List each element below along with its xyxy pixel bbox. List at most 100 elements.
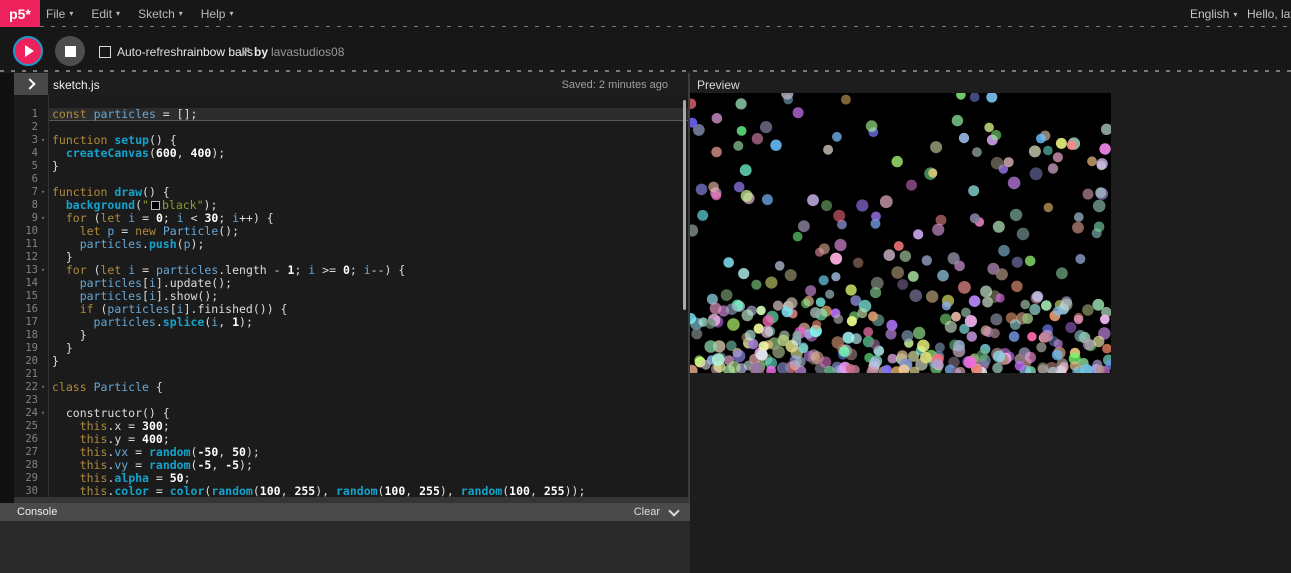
line-number: 19 xyxy=(25,342,38,355)
menu-edit[interactable]: Edit ▾ xyxy=(91,7,120,21)
gutter-cell: 2 xyxy=(14,121,48,134)
code-line[interactable]: 20} xyxy=(14,355,688,368)
chevron-down-icon: ▾ xyxy=(1233,10,1237,19)
stop-button[interactable] xyxy=(55,36,85,66)
play-icon xyxy=(25,45,34,57)
author-name[interactable]: lavastudios08 xyxy=(271,45,344,59)
p5-logo[interactable]: p5* xyxy=(0,0,40,27)
code-line[interactable]: 18 } xyxy=(14,329,688,342)
line-number: 18 xyxy=(25,329,38,342)
play-button[interactable] xyxy=(13,36,43,66)
line-number: 27 xyxy=(25,446,38,459)
console-header[interactable]: Console Clear xyxy=(0,503,690,521)
line-number: 28 xyxy=(25,459,38,472)
gutter-cell: 5 xyxy=(14,160,48,173)
fold-arrow-icon[interactable]: ▾ xyxy=(38,264,48,277)
line-number: 14 xyxy=(25,277,38,290)
code-line[interactable]: 30 this.color = color(random(100, 255), … xyxy=(14,485,688,497)
gutter-cell: 25 xyxy=(14,420,48,433)
menu-sketch[interactable]: Sketch ▾ xyxy=(138,7,183,21)
gutter-cell: 19 xyxy=(14,342,48,355)
chevron-down-icon: ▾ xyxy=(229,9,233,18)
console-clear-button[interactable]: Clear xyxy=(634,506,660,518)
line-number: 24 xyxy=(25,407,38,420)
code-text[interactable]: particles.splice(i, 1); xyxy=(48,316,688,329)
gutter-cell: 27 xyxy=(14,446,48,459)
menu-file[interactable]: File ▾ xyxy=(46,7,73,21)
line-number: 11 xyxy=(25,238,38,251)
menu-help-label: Help xyxy=(201,7,226,21)
gutter-cell: 13▾ xyxy=(14,264,48,277)
menu-help[interactable]: Help ▾ xyxy=(201,7,234,21)
code-line[interactable]: 22▾class Particle { xyxy=(14,381,688,394)
code-text[interactable]: this.color = color(random(100, 255), ran… xyxy=(48,485,688,497)
code-text[interactable]: } xyxy=(48,329,688,342)
gutter-cell: 29 xyxy=(14,472,48,485)
nav-menus: File ▾ Edit ▾ Sketch ▾ Help ▾ xyxy=(46,0,233,27)
code-text[interactable]: } xyxy=(48,355,688,368)
line-number: 8 xyxy=(32,199,38,212)
line-number: 29 xyxy=(25,472,38,485)
gutter-cell: 12 xyxy=(14,251,48,264)
tab-sketch-js[interactable]: sketch.js xyxy=(53,78,100,92)
auto-refresh-checkbox[interactable] xyxy=(99,46,111,58)
saved-status: Saved: 2 minutes ago xyxy=(562,79,668,91)
line-number: 13 xyxy=(25,264,38,277)
code-line[interactable]: 19 } xyxy=(14,342,688,355)
line-number: 6 xyxy=(32,173,38,186)
gutter-cell: 18 xyxy=(14,329,48,342)
code-line[interactable]: 5} xyxy=(14,160,688,173)
language-selector[interactable]: English ▾ xyxy=(1190,7,1237,21)
line-number: 12 xyxy=(25,251,38,264)
fold-arrow-icon[interactable]: ▾ xyxy=(38,407,48,420)
gutter-cell: 30 xyxy=(14,485,48,497)
gutter-divider xyxy=(48,95,49,497)
fold-arrow-icon[interactable]: ▾ xyxy=(38,212,48,225)
fold-arrow-icon[interactable]: ▾ xyxy=(38,381,48,394)
code-editor[interactable]: 1const particles = [];23▾function setup(… xyxy=(14,95,688,497)
chevron-down-icon: ▾ xyxy=(69,9,73,18)
gutter-cell: 8 xyxy=(14,199,48,212)
code-text[interactable]: particles.push(p); xyxy=(48,238,688,251)
gutter-cell: 28 xyxy=(14,459,48,472)
edit-title-pencil-icon[interactable] xyxy=(240,46,251,57)
preview-canvas[interactable] xyxy=(690,93,1111,373)
line-number: 23 xyxy=(25,394,38,407)
code-line[interactable]: 17 particles.splice(i, 1); xyxy=(14,316,688,329)
chevron-down-icon: ▾ xyxy=(116,9,120,18)
line-number: 22 xyxy=(25,381,38,394)
code-text[interactable]: } xyxy=(48,342,688,355)
code-text[interactable]: } xyxy=(48,160,688,173)
preview-label: Preview xyxy=(697,78,740,92)
user-greeting[interactable]: Hello, lava xyxy=(1247,7,1291,21)
line-number: 10 xyxy=(25,225,38,238)
console-collapse-chevron-icon[interactable] xyxy=(668,505,679,516)
auto-refresh-label[interactable]: Auto-refresh xyxy=(117,45,183,59)
gutter-cell: 9▾ xyxy=(14,212,48,225)
code-line[interactable]: 4 createCanvas(600, 400); xyxy=(14,147,688,160)
fold-arrow-icon[interactable]: ▾ xyxy=(38,134,48,147)
menu-sketch-label: Sketch xyxy=(138,7,175,21)
line-number: 20 xyxy=(25,355,38,368)
line-number: 1 xyxy=(32,108,38,121)
code-line[interactable]: 1 const particles = []; xyxy=(14,108,688,121)
code-text[interactable]: createCanvas(600, 400); xyxy=(48,147,688,160)
code-line[interactable]: 11 particles.push(p); xyxy=(14,238,688,251)
console-output xyxy=(0,521,690,573)
code-text[interactable]: const particles = []; xyxy=(48,108,688,121)
code-text[interactable]: class Particle { xyxy=(48,381,688,394)
line-number: 15 xyxy=(25,290,38,303)
menu-edit-label: Edit xyxy=(91,7,112,21)
color-swatch-icon xyxy=(151,201,160,210)
gutter-cell: 14 xyxy=(14,277,48,290)
sidebar-expand-button[interactable] xyxy=(14,73,48,95)
gutter-cell: 10 xyxy=(14,225,48,238)
fold-arrow-icon[interactable]: ▾ xyxy=(38,186,48,199)
line-number: 30 xyxy=(25,485,38,497)
gutter-cell: 4 xyxy=(14,147,48,160)
line-number: 17 xyxy=(25,316,38,329)
line-number: 4 xyxy=(32,147,38,160)
gutter-cell: 16 xyxy=(14,303,48,316)
editor-vertical-scrollbar[interactable] xyxy=(683,100,686,310)
line-number: 5 xyxy=(32,160,38,173)
